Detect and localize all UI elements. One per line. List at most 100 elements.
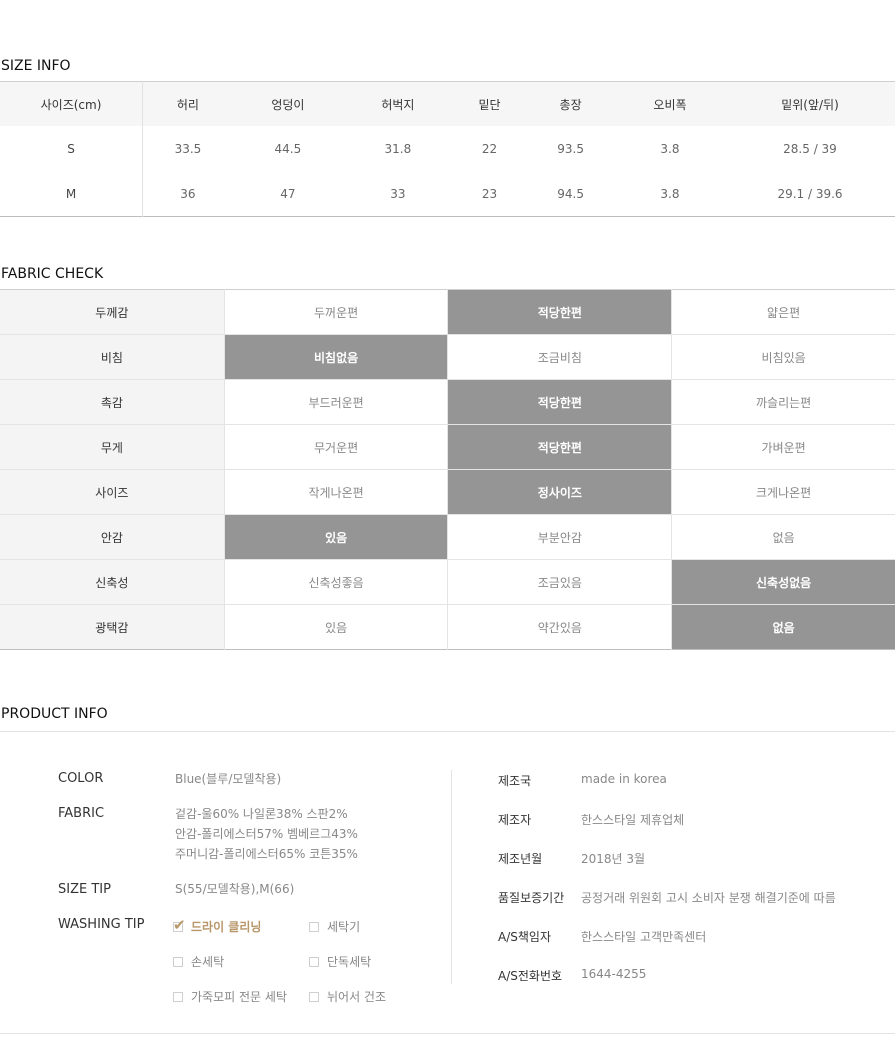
size-tip-value: S(55/모델착용),M(66) — [175, 882, 295, 896]
as-phone-value: 1644-4255 — [581, 967, 647, 981]
fabric-option-selected: 신축성없음 — [671, 559, 895, 605]
size-cell: 47 — [280, 186, 296, 201]
checkbox-icon — [309, 956, 319, 967]
washing-option-washer: 세탁기 — [309, 918, 360, 935]
product-info-title: PRODUCT INFO — [1, 706, 108, 722]
washing-option-separate: 단독세탁 — [309, 953, 371, 970]
washing-option-label: 뉘어서 건조 — [327, 990, 387, 1004]
fabric-table: 두께감 두꺼운편 적당한편 얇은편 비침 비침없음 조금비침 비침있음 촉감 부드러운편 적당한편 까… — [0, 289, 895, 650]
size-header-cell: 허벅지 — [342, 81, 453, 126]
washing-option-flat-dry: 뉘어서 건조 — [309, 988, 386, 1005]
fabric-option: 약간있음 — [447, 604, 673, 650]
size-table-header: 사이즈(cm) 허리 엉덩이 허벅지 밑단 총장 오비폭 밑위(앞/뒤) — [0, 81, 895, 126]
washing-tip-label: WASHING TIP — [58, 917, 145, 932]
size-cell: 33.5 — [174, 141, 202, 156]
fabric-option: 까슬리는편 — [671, 379, 895, 425]
size-header-cell: 허리 — [142, 81, 233, 126]
fabric-option: 조금있음 — [447, 559, 673, 605]
fabric-row-label: 신축성 — [0, 559, 225, 605]
washing-option-label: 가죽모피 전문 세탁 — [191, 990, 287, 1004]
fabric-row-label: 안감 — [0, 514, 225, 560]
fabric-row-label: 두께감 — [0, 289, 225, 335]
fabric-row: 촉감 부드러운편 적당한편 까슬리는편 — [0, 379, 895, 425]
fabric-row-label: 광택감 — [0, 604, 225, 650]
fabric-row-label: 촉감 — [0, 379, 225, 425]
fabric-option-selected: 적당한편 — [447, 289, 673, 335]
size-header-cell: 밑위(앞/뒤) — [725, 81, 895, 126]
as-manager-label: A/S책임자 — [498, 930, 551, 944]
fabric-row: 무게 무거운편 적당한편 가벼운편 — [0, 424, 895, 470]
size-cell: 94.5 — [557, 186, 584, 201]
origin-value: made in korea — [581, 772, 667, 786]
divider — [0, 731, 895, 732]
fabric-option: 부분안감 — [447, 514, 673, 560]
fabric-option: 얇은편 — [671, 289, 895, 335]
fabric-line: 겉감-울60% 나일론38% 스판2% — [175, 807, 348, 821]
fabric-option-selected: 적당한편 — [447, 379, 673, 425]
fabric-row: 안감 있음 부분안감 없음 — [0, 514, 895, 560]
washing-option-dry-cleaning: ✔ 드라이 클리닝 — [173, 915, 261, 935]
divider — [0, 1033, 895, 1034]
fabric-option: 작게나온편 — [224, 469, 449, 515]
fabric-check-title: FABRIC CHECK — [1, 266, 104, 282]
size-cell: 28.5 / 39 — [783, 141, 837, 156]
fabric-option: 조금비침 — [447, 334, 673, 380]
as-phone-label: A/S전화번호 — [498, 969, 563, 983]
column-divider — [451, 770, 452, 984]
size-cell: 3.8 — [660, 186, 680, 201]
size-cell: 29.1 / 39.6 — [777, 186, 843, 201]
size-cell: 36 — [180, 186, 196, 201]
size-cell: 22 — [481, 141, 498, 156]
size-cell: 3.8 — [660, 141, 680, 156]
fabric-line: 주머니감-폴리에스터65% 코튼35% — [175, 847, 358, 861]
fabric-option-selected: 비침없음 — [224, 334, 449, 380]
fabric-option-selected: 정사이즈 — [447, 469, 673, 515]
fabric-row-label: 무게 — [0, 424, 225, 470]
washing-option-label: 손세탁 — [191, 955, 225, 969]
fabric-value: 겉감-울60% 나일론38% 스판2% 안감-폴리에스터57% 벰베르그43% … — [175, 804, 358, 864]
size-cell: S — [0, 126, 143, 171]
size-tip-label: SIZE TIP — [58, 882, 111, 897]
fabric-option: 신축성좋음 — [224, 559, 449, 605]
checkbox-icon — [309, 921, 319, 932]
warranty-label: 품질보증기간 — [498, 891, 565, 905]
fabric-option: 부드러운편 — [224, 379, 449, 425]
fabric-option: 없음 — [671, 514, 895, 560]
fabric-option: 두꺼운편 — [224, 289, 449, 335]
fabric-option: 무거운편 — [224, 424, 449, 470]
size-header-cell: 오비폭 — [614, 81, 725, 126]
size-header-cell: 총장 — [526, 81, 615, 126]
manufacturer-label: 제조자 — [498, 813, 532, 827]
fabric-row: 사이즈 작게나온편 정사이즈 크게나온편 — [0, 469, 895, 515]
washing-option-leather: 가죽모피 전문 세탁 — [173, 988, 287, 1005]
fabric-option: 비침있음 — [671, 334, 895, 380]
size-table-row: M 36 47 33 23 94.5 3.8 29.1 / 39.6 — [0, 171, 895, 217]
size-info-title: SIZE INFO — [1, 58, 71, 74]
fabric-row-label: 비침 — [0, 334, 225, 380]
manufacturer-value: 한스스타일 제휴업체 — [581, 813, 685, 827]
checkbox-checked-icon: ✔ — [173, 915, 186, 934]
fabric-row-label: 사이즈 — [0, 469, 225, 515]
washing-option-label: 세탁기 — [327, 920, 361, 934]
fabric-option: 가벼운편 — [671, 424, 895, 470]
fabric-option: 있음 — [224, 604, 449, 650]
fabric-option-selected: 있음 — [224, 514, 449, 560]
size-header-cell: 엉덩이 — [232, 81, 343, 126]
size-table: 사이즈(cm) 허리 엉덩이 허벅지 밑단 총장 오비폭 밑위(앞/뒤) S 3… — [0, 81, 895, 217]
size-cell: 31.8 — [384, 141, 412, 156]
washing-option-label: 단독세탁 — [327, 955, 372, 969]
size-cell: 44.5 — [274, 141, 302, 156]
fabric-row: 비침 비침없음 조금비침 비침있음 — [0, 334, 895, 380]
size-cell: 23 — [481, 186, 498, 201]
fabric-option-selected: 없음 — [671, 604, 895, 650]
manufacture-date-label: 제조년월 — [498, 852, 543, 866]
fabric-option-selected: 적당한편 — [447, 424, 673, 470]
size-cell: M — [0, 171, 143, 217]
fabric-option: 크게나온편 — [671, 469, 895, 515]
manufacture-date-value: 2018년 3월 — [581, 852, 646, 866]
fabric-row: 두께감 두꺼운편 적당한편 얇은편 — [0, 289, 895, 335]
size-cell: 33 — [390, 186, 406, 201]
origin-label: 제조국 — [498, 774, 532, 788]
washing-option-hand-wash: 손세탁 — [173, 953, 224, 970]
fabric-row: 광택감 있음 약간있음 없음 — [0, 604, 895, 650]
